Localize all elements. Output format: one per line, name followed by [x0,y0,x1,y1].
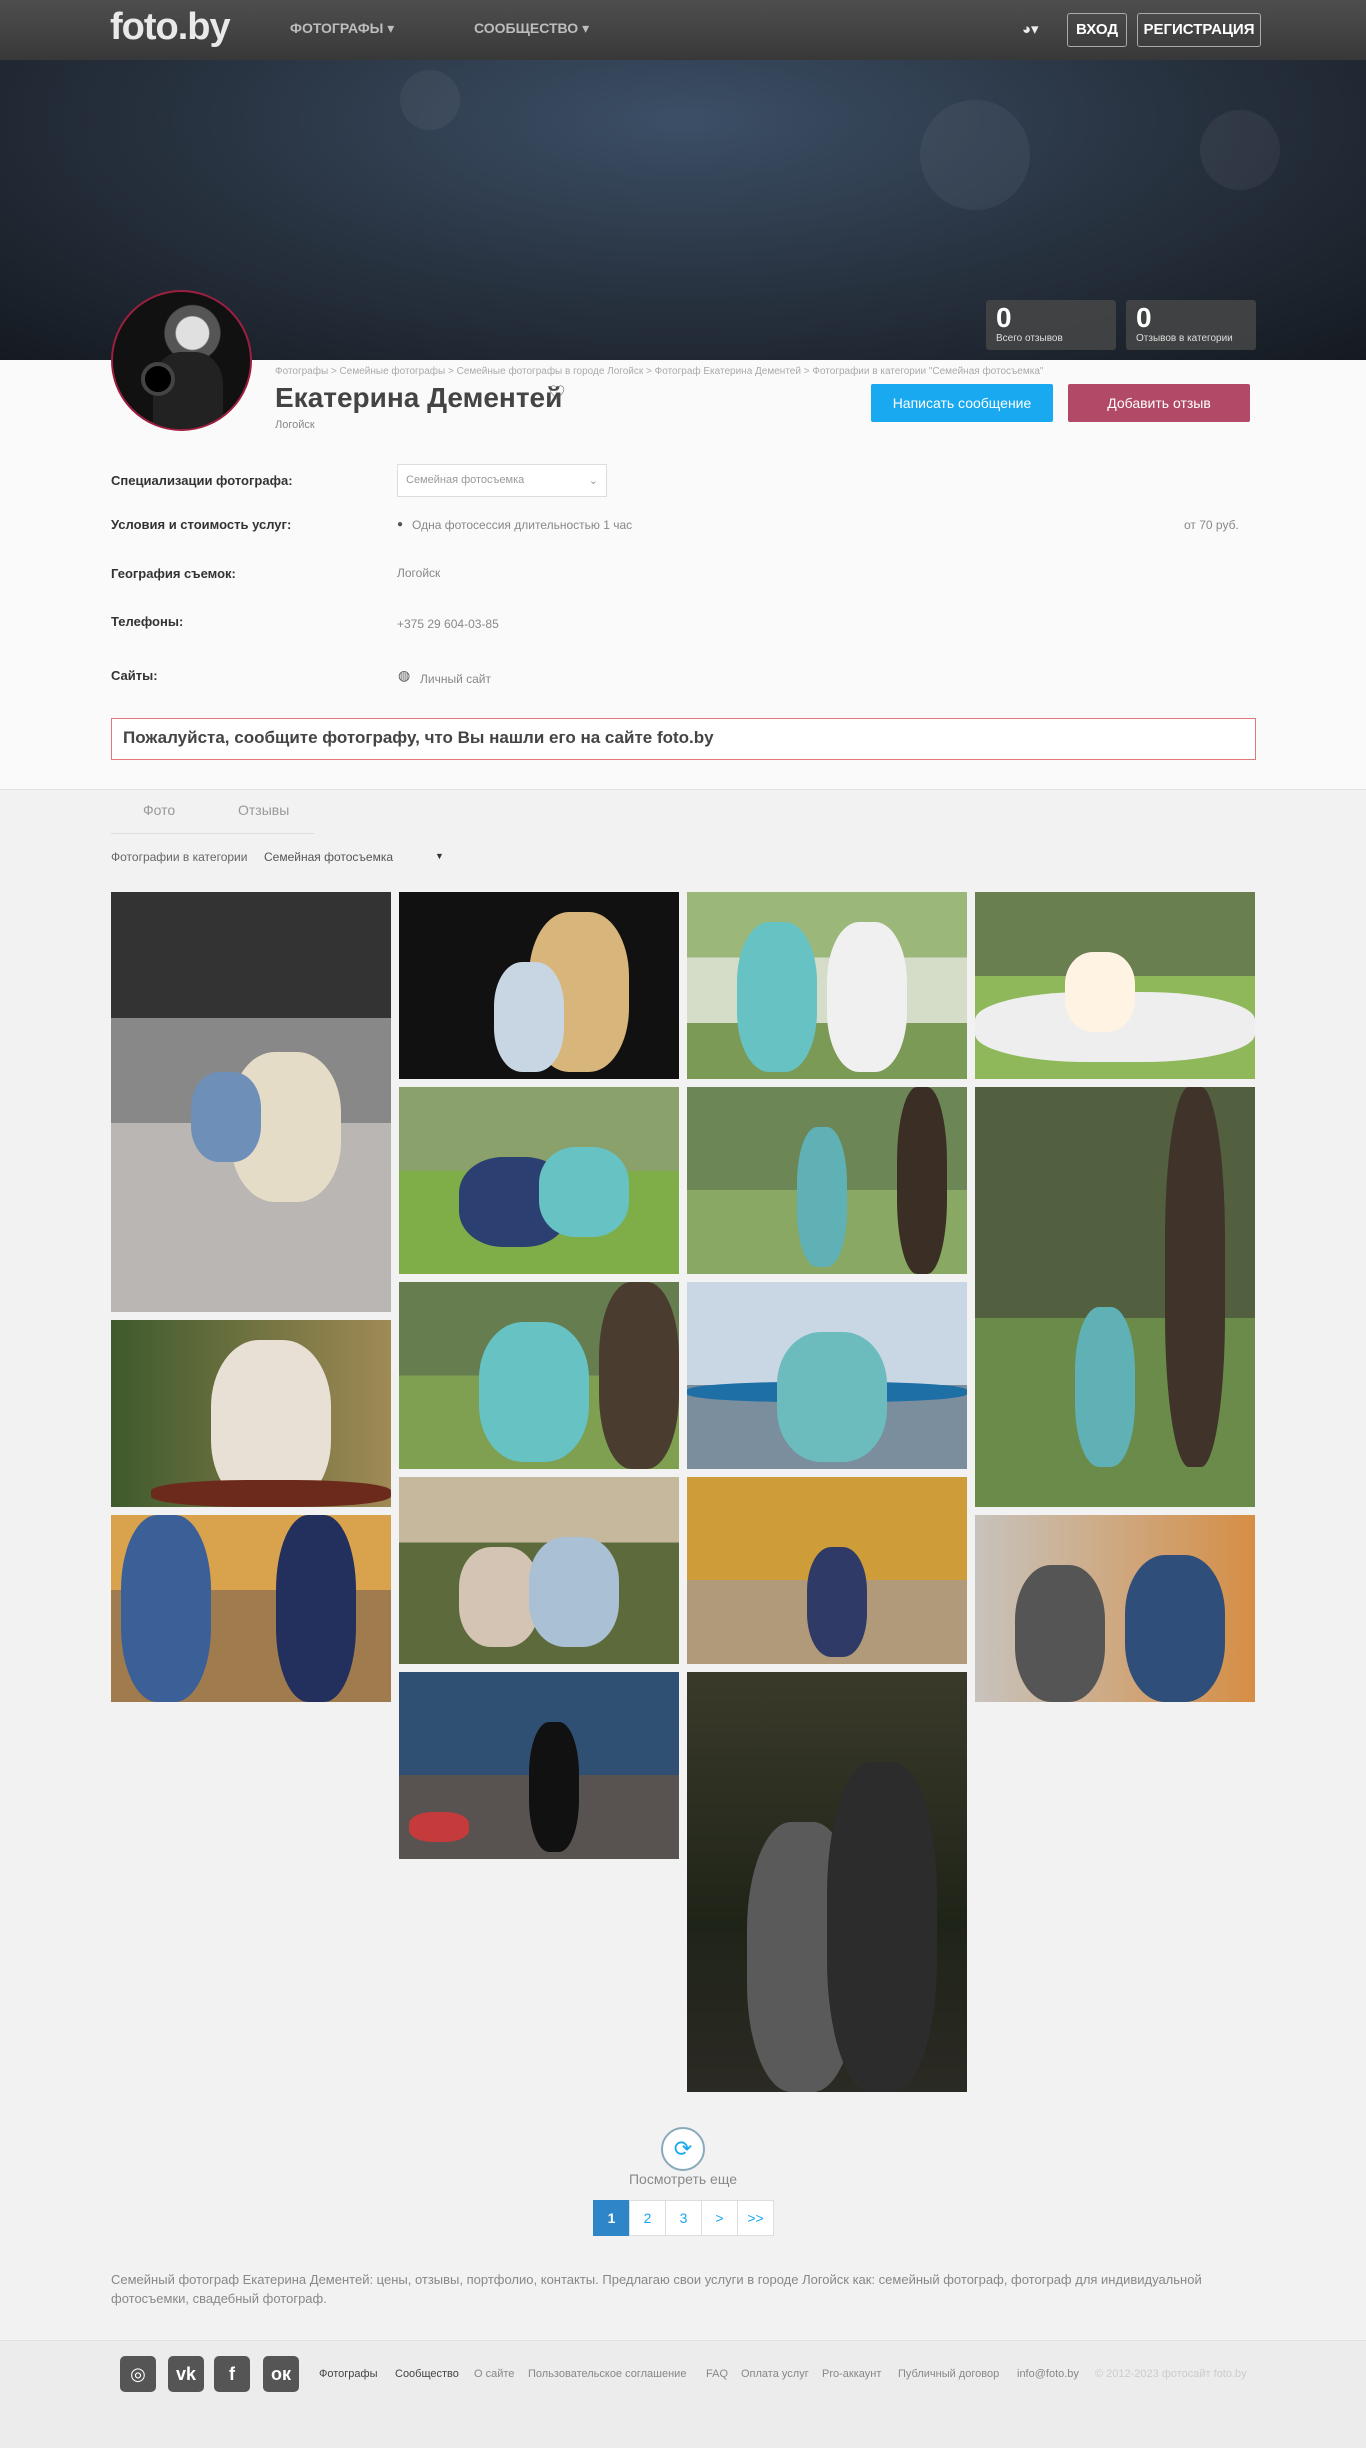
globe-icon: ◍ [398,667,411,683]
page-1[interactable]: 1 [593,2200,630,2236]
page-2[interactable]: 2 [629,2200,666,2236]
page-last[interactable]: >> [737,2200,774,2236]
personal-site-link[interactable]: Личный сайт [420,672,491,686]
nav-community[interactable]: СООБЩЕСТВО ▾ [474,20,589,37]
category-select[interactable]: Семейная фотосъемка [264,850,393,864]
refresh-icon[interactable]: ⟳ [661,2127,705,2171]
caret-down-icon[interactable]: ▼ [435,851,444,861]
sites-label: Сайты: [111,668,158,683]
breadcrumb[interactable]: Фотографы > Семейные фотографы > Семейны… [275,366,1043,377]
gallery-photo[interactable] [399,1282,679,1469]
gallery-photo[interactable] [687,1087,967,1274]
gallery-photo[interactable] [111,1320,391,1507]
chevron-down-icon: ⌄ [588,475,598,487]
specialization-select[interactable]: Семейная фотосъемка ⌄ [397,464,607,497]
top-header: foto.by ФОТОГРАФЫ ▾ СООБЩЕСТВО ▾ ◕▾ ВХОД… [0,0,1366,60]
footer [0,2340,1366,2448]
price-label: Условия и стоимость услуг: [111,517,292,532]
nav-photographers[interactable]: ФОТОГРАФЫ ▾ [290,20,394,37]
footer-link-faq[interactable]: FAQ [706,2368,728,2380]
gallery-photo[interactable] [399,892,679,1079]
price-item: Одна фотосессия длительностью 1 час [412,518,633,532]
load-more-link[interactable]: Посмотреть еще [0,2171,1366,2187]
photographer-name: Екатерина Дементей [275,382,563,413]
category-reviews-stat: 0 Отзывов в категории [1126,300,1256,350]
geography-label: География съемок: [111,566,236,581]
vk-icon[interactable]: vk [168,2356,204,2392]
gallery-photo[interactable] [687,1672,967,2092]
total-reviews-label: Всего отзывов [996,333,1063,344]
footer-link-email[interactable]: info@foto.by [1017,2368,1079,2380]
phones-label: Телефоны: [111,614,184,629]
gallery-photo[interactable] [111,1515,391,1702]
register-button[interactable]: РЕГИСТРАЦИЯ [1137,13,1261,47]
total-reviews-stat: 0 Всего отзывов [986,300,1116,350]
tabs-bar: Фото Отзывы [111,790,314,834]
total-reviews-count: 0 [996,302,1012,333]
language-globe-icon[interactable]: ◕▾ [1022,20,1039,38]
bullet-icon: ● [397,519,404,530]
geography-value: Логойск [397,566,441,580]
favorite-heart-icon[interactable]: ♡ [548,381,566,406]
seo-description: Семейный фотограф Екатерина Дементей: це… [111,2272,1202,2306]
gallery-photo[interactable] [687,892,967,1079]
gallery-photo[interactable] [399,1087,679,1274]
gallery-photo[interactable] [111,892,391,1312]
footer-link-payment[interactable]: Оплата услуг [741,2368,809,2380]
category-reviews-count: 0 [1136,302,1152,333]
instagram-icon[interactable]: ◎ [120,2356,156,2392]
page-3[interactable]: 3 [665,2200,702,2236]
footer-link-about[interactable]: О сайте [474,2368,514,2380]
specialization-label: Специализации фотографа: [111,473,293,488]
notice-box: Пожалуйста, сообщите фотографу, что Вы н… [111,718,1256,760]
footer-copyright: © 2012-2023 фотосайт foto.by [1095,2368,1247,2380]
gallery-photo[interactable] [975,892,1255,1079]
specialization-value: Семейная фотосъемка [406,474,525,486]
site-logo[interactable]: foto.by [110,6,231,49]
login-button[interactable]: ВХОД [1067,13,1127,47]
footer-link-photographers[interactable]: Фотографы [319,2368,377,2380]
gallery-photo[interactable] [687,1282,967,1469]
footer-link-community[interactable]: Сообщество [395,2368,459,2380]
gallery-photo[interactable] [687,1477,967,1664]
footer-link-contract[interactable]: Публичный договор [898,2368,999,2380]
avatar [111,290,252,431]
phone-value: +375 29 604-03-85 [397,617,499,631]
tab-photos[interactable]: Фото [143,802,175,818]
write-message-button[interactable]: Написать сообщение [871,384,1053,422]
footer-link-pro[interactable]: Pro-аккаунт [822,2368,881,2380]
page-next[interactable]: > [701,2200,738,2236]
price-value: от 70 руб. [1184,518,1239,532]
odnoklassniki-icon[interactable]: ок [263,2356,299,2392]
gallery-photo[interactable] [975,1087,1255,1507]
gallery-photo[interactable] [975,1515,1255,1702]
gallery-photo[interactable] [399,1672,679,1859]
category-label: Фотографии в категории [111,850,248,864]
facebook-icon[interactable]: f [214,2356,250,2392]
gallery-photo[interactable] [399,1477,679,1664]
category-reviews-label: Отзывов в категории [1136,333,1233,344]
tab-reviews[interactable]: Отзывы [238,802,289,818]
photographer-city: Логойск [275,419,315,431]
footer-link-terms[interactable]: Пользовательское соглашение [528,2368,686,2380]
add-review-button[interactable]: Добавить отзыв [1068,384,1250,422]
